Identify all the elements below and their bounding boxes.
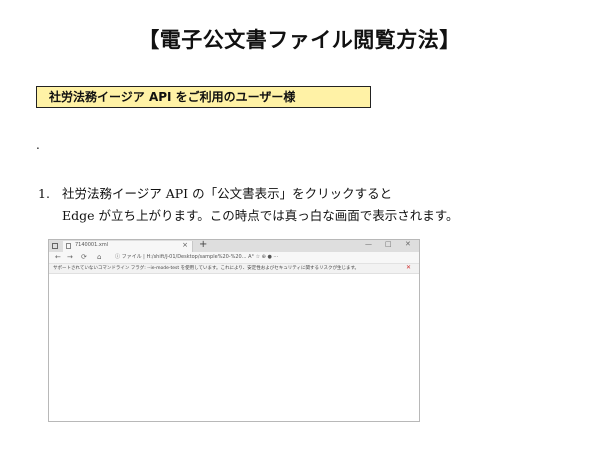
compat-warning-text: サポートされていないコマンドライン フラグ: --ie-mode-test を使…	[53, 266, 360, 271]
maximize-icon: □	[385, 240, 392, 248]
forward-icon: →	[67, 253, 73, 261]
new-tab-icon: +	[199, 239, 208, 250]
square-icon	[52, 243, 58, 249]
step-number: 1.	[38, 186, 50, 201]
home-icon: ⌂	[97, 253, 102, 261]
browser-screenshot: 7140001.xml × + — □ ✕ ← → ⟳ ⌂ ⓘ ファイル | H…	[48, 239, 420, 422]
document-title: 【電子公文書ファイル閲覧方法】	[138, 28, 461, 52]
tab-close-icon: ×	[182, 241, 188, 249]
stray-dot: .	[36, 138, 40, 152]
minimize-icon: —	[365, 240, 372, 248]
browser-tab: 7140001.xml ×	[63, 241, 193, 252]
compat-warning-bar: サポートされていないコマンドライン フラグ: --ie-mode-test を使…	[49, 264, 419, 274]
page-icon	[66, 243, 71, 249]
refresh-icon: ⟳	[81, 253, 87, 261]
close-warning-icon: ✕	[405, 264, 411, 271]
browser-tab-bar: 7140001.xml × + — □ ✕	[49, 240, 419, 252]
audience-label: 社労法務イージア API をご利用のユーザー様	[36, 86, 371, 108]
close-window-icon: ✕	[405, 240, 411, 248]
browser-toolbar: ← → ⟳ ⌂ ⓘ ファイル | H:/shift/J-01/Desktop/s…	[49, 252, 419, 264]
address-bar: ⓘ ファイル | H:/shift/J-01/Desktop/sample%20…	[115, 254, 279, 260]
step-line-2: Edge が立ち上がります。この時点では真っ白な画面で表示されます。	[62, 208, 459, 223]
back-icon: ←	[55, 253, 61, 261]
step-1: 1. 社労法務イージア API の「公文書表示」をクリックすると Edge が立ち…	[38, 183, 459, 227]
step-line-1: 社労法務イージア API の「公文書表示」をクリックすると	[62, 186, 393, 201]
tab-title: 7140001.xml	[75, 242, 109, 248]
